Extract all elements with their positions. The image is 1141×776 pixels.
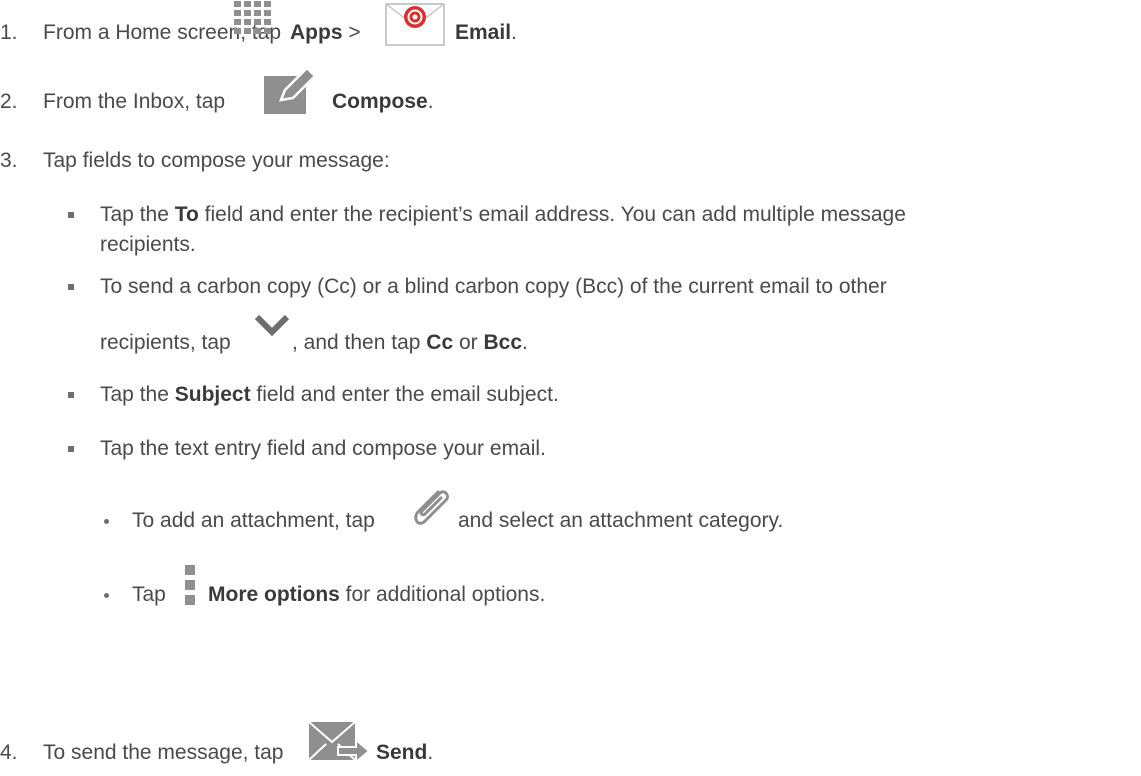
to-label: To [174,203,199,226]
send-icon [308,721,370,764]
step-number: 3. [0,149,18,172]
apps-label: Apps [290,21,343,44]
bullet-cc: To send a carbon copy (Cc) or a blind ca… [100,275,887,298]
apps-grid-icon [234,1,271,34]
step-2: 2. [0,89,18,115]
step-number: 1. [0,21,18,44]
compose-icon [264,66,317,114]
email-label: Email [455,21,512,44]
more-options-icon [185,565,195,605]
step-3: 3. [0,148,18,174]
subject-label: Subject [174,383,251,406]
subbullet-more: Tap [132,583,166,606]
paperclip-icon [414,490,449,525]
step-1: 1. [0,20,18,46]
bullet-subject: Tap the Subject field and enter the emai… [100,383,559,406]
send-label: Send [376,741,428,764]
step-number: 2. [0,90,18,113]
bullet-marker [68,212,74,218]
subbullet-marker [104,593,109,598]
bullet-body: Tap the text entry field and compose you… [100,437,546,460]
email-icon [385,3,445,46]
subbullet-marker [104,519,109,524]
step-number: 4. [0,741,18,764]
chevron-down-icon [254,314,290,337]
bullet-marker [68,392,74,398]
step-4: 4. [0,740,18,766]
subbullet-attach: To add an attachment, tap [132,509,375,532]
bullet-marker [68,284,74,290]
bullet-to: Tap the To field and enter the recipient… [100,203,906,226]
cc-label: Cc [426,331,454,354]
more-options-label: More options [208,583,340,606]
bcc-label: Bcc [483,331,523,354]
compose-label: Compose [332,90,428,113]
bullet-marker [68,446,74,452]
